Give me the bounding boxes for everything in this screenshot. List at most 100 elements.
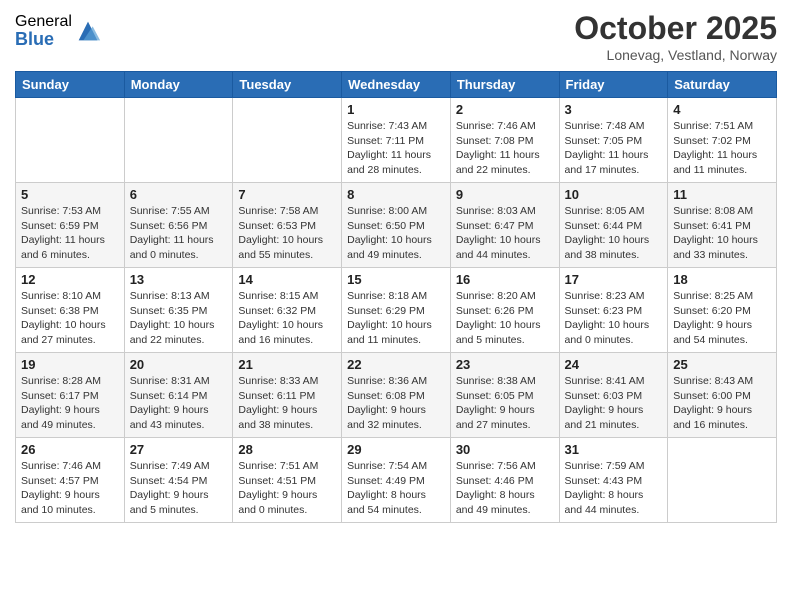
day-number: 6 [130,187,228,202]
day-info: Sunrise: 8:10 AM Sunset: 6:38 PM Dayligh… [21,289,119,348]
day-number: 1 [347,102,445,117]
day-info: Sunrise: 8:03 AM Sunset: 6:47 PM Dayligh… [456,204,554,263]
day-info: Sunrise: 7:59 AM Sunset: 4:43 PM Dayligh… [565,459,663,518]
day-info: Sunrise: 7:55 AM Sunset: 6:56 PM Dayligh… [130,204,228,263]
day-info: Sunrise: 8:25 AM Sunset: 6:20 PM Dayligh… [673,289,771,348]
calendar-cell [16,98,125,183]
col-sunday: Sunday [16,72,125,98]
calendar-cell: 13 Sunrise: 8:13 AM Sunset: 6:35 PM Dayli… [124,268,233,353]
day-number: 29 [347,442,445,457]
calendar-cell: 6 Sunrise: 7:55 AM Sunset: 6:56 PM Daylig… [124,183,233,268]
calendar-cell: 27 Sunrise: 7:49 AM Sunset: 4:54 PM Dayli… [124,438,233,523]
day-info: Sunrise: 7:46 AM Sunset: 7:08 PM Dayligh… [456,119,554,178]
calendar-table: Sunday Monday Tuesday Wednesday Thursday… [15,71,777,523]
day-number: 28 [238,442,336,457]
day-info: Sunrise: 8:28 AM Sunset: 6:17 PM Dayligh… [21,374,119,433]
day-info: Sunrise: 8:15 AM Sunset: 6:32 PM Dayligh… [238,289,336,348]
day-info: Sunrise: 7:43 AM Sunset: 7:11 PM Dayligh… [347,119,445,178]
day-info: Sunrise: 8:18 AM Sunset: 6:29 PM Dayligh… [347,289,445,348]
calendar-cell: 23 Sunrise: 8:38 AM Sunset: 6:05 PM Dayli… [450,353,559,438]
day-info: Sunrise: 8:13 AM Sunset: 6:35 PM Dayligh… [130,289,228,348]
day-info: Sunrise: 7:46 AM Sunset: 4:57 PM Dayligh… [21,459,119,518]
calendar-cell: 16 Sunrise: 8:20 AM Sunset: 6:26 PM Dayli… [450,268,559,353]
day-number: 3 [565,102,663,117]
day-number: 27 [130,442,228,457]
day-number: 22 [347,357,445,372]
day-info: Sunrise: 7:51 AM Sunset: 7:02 PM Dayligh… [673,119,771,178]
day-number: 17 [565,272,663,287]
day-number: 16 [456,272,554,287]
day-number: 31 [565,442,663,457]
day-info: Sunrise: 7:54 AM Sunset: 4:49 PM Dayligh… [347,459,445,518]
day-number: 10 [565,187,663,202]
calendar-cell: 1 Sunrise: 7:43 AM Sunset: 7:11 PM Daylig… [342,98,451,183]
page-container: General Blue October 2025 Lonevag, Vestl… [0,0,792,533]
col-friday: Friday [559,72,668,98]
col-monday: Monday [124,72,233,98]
calendar-cell: 18 Sunrise: 8:25 AM Sunset: 6:20 PM Dayli… [668,268,777,353]
col-thursday: Thursday [450,72,559,98]
day-info: Sunrise: 8:00 AM Sunset: 6:50 PM Dayligh… [347,204,445,263]
day-number: 2 [456,102,554,117]
calendar-week-row: 12 Sunrise: 8:10 AM Sunset: 6:38 PM Dayli… [16,268,777,353]
day-number: 15 [347,272,445,287]
calendar-cell: 30Sunrise: 7:56 AM Sunset: 4:46 PM Dayli… [450,438,559,523]
day-info: Sunrise: 8:36 AM Sunset: 6:08 PM Dayligh… [347,374,445,433]
day-number: 12 [21,272,119,287]
calendar-cell: 19 Sunrise: 8:28 AM Sunset: 6:17 PM Dayli… [16,353,125,438]
calendar-cell: 5 Sunrise: 7:53 AM Sunset: 6:59 PM Daylig… [16,183,125,268]
day-info: Sunrise: 7:58 AM Sunset: 6:53 PM Dayligh… [238,204,336,263]
day-info: Sunrise: 8:33 AM Sunset: 6:11 PM Dayligh… [238,374,336,433]
title-section: October 2025 Lonevag, Vestland, Norway [574,10,777,63]
day-info: Sunrise: 7:51 AM Sunset: 4:51 PM Dayligh… [238,459,336,518]
day-info: Sunrise: 8:08 AM Sunset: 6:41 PM Dayligh… [673,204,771,263]
calendar-week-row: 26 Sunrise: 7:46 AM Sunset: 4:57 PM Dayli… [16,438,777,523]
calendar-cell: 31 Sunrise: 7:59 AM Sunset: 4:43 PM Dayli… [559,438,668,523]
calendar-cell: 7Sunrise: 7:58 AM Sunset: 6:53 PM Daylig… [233,183,342,268]
day-info: Sunrise: 8:38 AM Sunset: 6:05 PM Dayligh… [456,374,554,433]
day-number: 21 [238,357,336,372]
day-number: 9 [456,187,554,202]
calendar-cell: 17Sunrise: 8:23 AM Sunset: 6:23 PM Dayli… [559,268,668,353]
day-number: 26 [21,442,119,457]
day-info: Sunrise: 8:31 AM Sunset: 6:14 PM Dayligh… [130,374,228,433]
day-number: 23 [456,357,554,372]
calendar-cell: 26 Sunrise: 7:46 AM Sunset: 4:57 PM Dayli… [16,438,125,523]
day-number: 25 [673,357,771,372]
calendar-cell [124,98,233,183]
day-number: 19 [21,357,119,372]
logo-general: General [15,14,72,30]
day-number: 4 [673,102,771,117]
day-info: Sunrise: 8:20 AM Sunset: 6:26 PM Dayligh… [456,289,554,348]
logo-blue: Blue [15,30,72,48]
logo: General Blue [15,14,102,48]
day-number: 14 [238,272,336,287]
day-number: 8 [347,187,445,202]
col-saturday: Saturday [668,72,777,98]
calendar-cell: 2 Sunrise: 7:46 AM Sunset: 7:08 PM Daylig… [450,98,559,183]
day-info: Sunrise: 7:48 AM Sunset: 7:05 PM Dayligh… [565,119,663,178]
location: Lonevag, Vestland, Norway [574,47,777,63]
day-number: 5 [21,187,119,202]
calendar-cell: 15 Sunrise: 8:18 AM Sunset: 6:29 PM Dayli… [342,268,451,353]
day-info: Sunrise: 7:53 AM Sunset: 6:59 PM Dayligh… [21,204,119,263]
month-title: October 2025 [574,10,777,47]
calendar-cell: 3 Sunrise: 7:48 AM Sunset: 7:05 PM Daylig… [559,98,668,183]
logo-icon [74,17,102,45]
day-number: 13 [130,272,228,287]
day-info: Sunrise: 7:49 AM Sunset: 4:54 PM Dayligh… [130,459,228,518]
calendar-cell [668,438,777,523]
calendar-cell: 28 Sunrise: 7:51 AM Sunset: 4:51 PM Dayli… [233,438,342,523]
calendar-week-row: 19 Sunrise: 8:28 AM Sunset: 6:17 PM Dayli… [16,353,777,438]
day-number: 18 [673,272,771,287]
page-header: General Blue October 2025 Lonevag, Vestl… [15,10,777,63]
calendar-cell: 4 Sunrise: 7:51 AM Sunset: 7:02 PM Daylig… [668,98,777,183]
calendar-cell: 25Sunrise: 8:43 AM Sunset: 6:00 PM Dayli… [668,353,777,438]
calendar-cell [233,98,342,183]
calendar-cell: 11Sunrise: 8:08 AM Sunset: 6:41 PM Dayli… [668,183,777,268]
calendar-cell: 9 Sunrise: 8:03 AM Sunset: 6:47 PM Daylig… [450,183,559,268]
calendar-cell: 8 Sunrise: 8:00 AM Sunset: 6:50 PM Daylig… [342,183,451,268]
day-number: 24 [565,357,663,372]
day-number: 20 [130,357,228,372]
col-tuesday: Tuesday [233,72,342,98]
